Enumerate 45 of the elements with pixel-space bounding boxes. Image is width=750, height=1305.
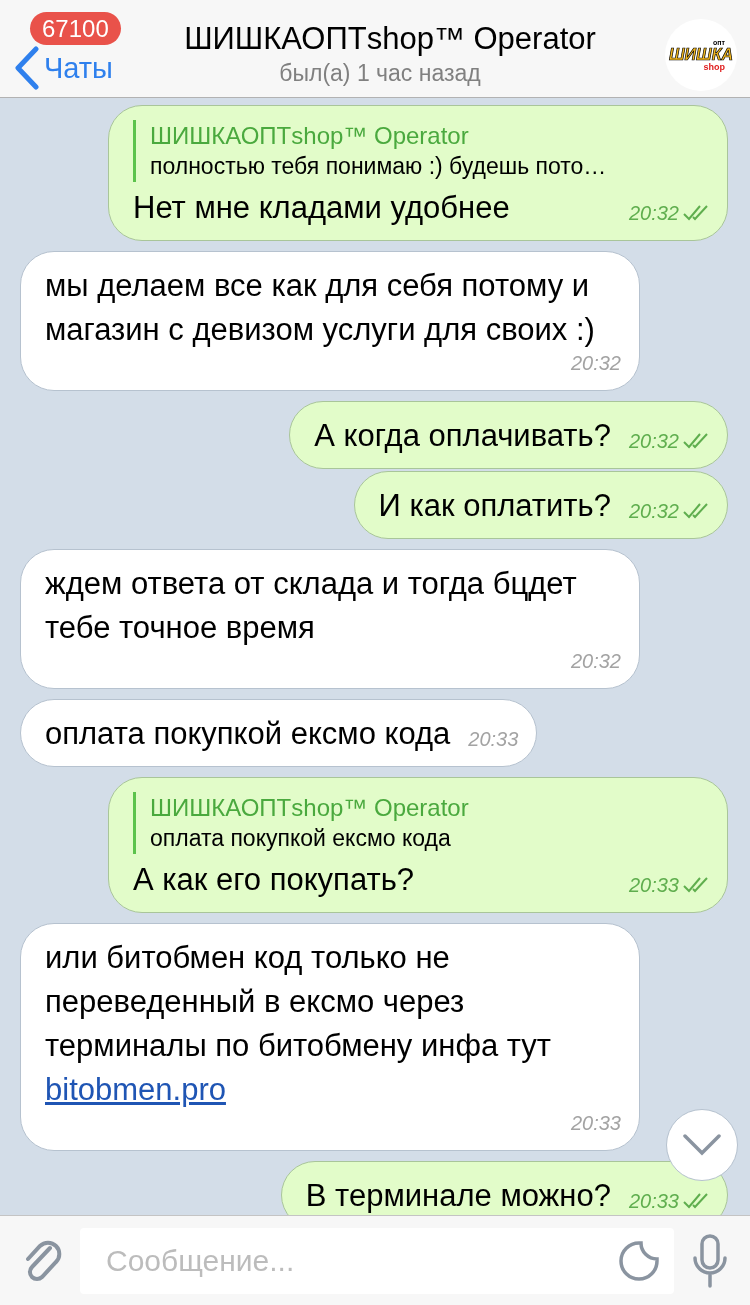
quote-author: ШИШКАОПТshop™ Operator <box>150 793 470 823</box>
outgoing-message-bubble[interactable]: А когда оплачивать? 20:32 <box>289 401 728 469</box>
message-time: 20:33 <box>628 1190 679 1212</box>
outgoing-message-bubble[interactable]: В терминале можно? 20:33 <box>280 1161 728 1215</box>
outgoing-message-bubble[interactable]: И как оплатить? 20:32 <box>353 471 728 539</box>
chat-title: ШИШКАОПТshop™ Operator <box>183 20 596 58</box>
message-text: мы делаем все как для себя потому и магазин с девизом услуги для своих :) <box>45 267 596 349</box>
incoming-message-bubble[interactable]: или битобмен код только не переведенный в ексмо через терминалы по битобмену инфа тут bitobmen.pro 20:33 <box>20 923 640 1151</box>
message-text: ждем ответа от склада и тогда бцдет тебе точное время <box>45 565 578 647</box>
message-input-field[interactable]: Сообщение... <box>80 1227 674 1294</box>
message-text: Нет мне кладами удобнее <box>133 189 510 227</box>
incoming-message-bubble[interactable]: мы делаем все как для себя потому и магазин с девизом услуги для своих :) 20:32 <box>20 251 640 391</box>
message-time: 20:32 <box>570 352 621 374</box>
logo-wordmark: ШИШКА <box>668 46 734 63</box>
message-time: 20:32 <box>570 650 621 672</box>
message-time: 20:32 <box>628 430 679 452</box>
message-time: 20:32 <box>628 500 679 522</box>
quote-text: полностью тебя понимаю :) будешь пото… <box>150 152 608 181</box>
outgoing-message-bubble[interactable]: ШИШКАОПТshop™ Operator полностью тебя понимаю :) будешь пото… Нет мне кладами удобнее 20:32 <box>108 105 728 241</box>
link[interactable]: bitobmen.pro <box>45 1072 226 1107</box>
message-text: или битобмен код только не переведенный в ексмо через терминалы по битобмену инфа тут bitobmen.pro <box>45 939 552 1109</box>
message-time: 20:33 <box>570 1112 621 1134</box>
microphone-icon[interactable] <box>690 1232 730 1289</box>
message-time: 20:33 <box>628 874 679 896</box>
message-text: А когда оплачивать? <box>314 417 611 455</box>
last-seen-status: был(а) 1 час назад <box>278 59 481 88</box>
incoming-message-bubble[interactable]: ждем ответа от склада и тогда бцдет тебе точное время 20:32 <box>20 549 640 689</box>
reply-quote[interactable]: ШИШКАОПТshop™ Operator оплата покупкой ексмо кода <box>133 792 709 854</box>
incoming-message-bubble[interactable]: оплата покупкой ексмо кода 20:33 <box>20 699 538 767</box>
quote-author: ШИШКАОПТshop™ Operator <box>150 121 470 151</box>
unread-badge: 67100 <box>30 12 121 45</box>
message-text: И как оплатить? <box>378 487 611 525</box>
message-time: 20:33 <box>468 728 519 750</box>
reply-quote[interactable]: ШИШКАОПТshop™ Operator полностью тебя понимаю :) будешь пото… <box>133 120 709 182</box>
message-text: оплата покупкой ексмо кода <box>45 715 451 753</box>
back-chevron-icon <box>14 46 40 90</box>
message-text: А как его покупать? <box>133 861 415 899</box>
sticker-icon[interactable] <box>618 1239 660 1282</box>
outgoing-message-bubble[interactable]: ШИШКАОПТshop™ Operator оплата покупкой ексмо кода А как его покупать? 20:33 <box>108 777 728 913</box>
message-text: В терминале можно? <box>305 1177 611 1215</box>
back-button[interactable]: Чаты <box>14 46 113 90</box>
quote-text: оплата покупкой ексмо кода <box>150 824 452 853</box>
message-time: 20:32 <box>628 202 679 224</box>
chevron-down-icon <box>683 1134 721 1156</box>
logo-subtitle: shop <box>703 62 725 72</box>
